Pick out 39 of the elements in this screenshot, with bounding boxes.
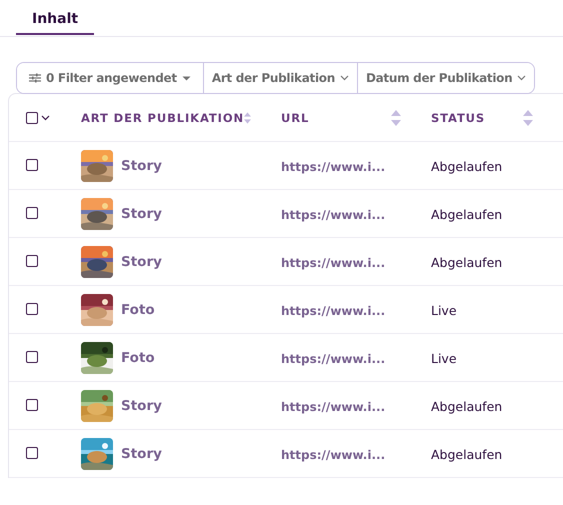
column-header: URL [281, 110, 310, 124]
row-checkbox[interactable] [26, 207, 38, 219]
row-checkbox[interactable] [26, 255, 38, 267]
column-header: STATUS [431, 110, 486, 124]
url-link[interactable]: https://www.i... [281, 400, 386, 414]
row-checkbox[interactable] [26, 447, 38, 459]
select-all-checkbox[interactable] [26, 112, 38, 124]
status-text: Abgelaufen [431, 159, 502, 174]
column-header: ART DER PUBLIKATION [81, 110, 244, 124]
status-text: Abgelaufen [431, 447, 502, 462]
status-text: Live [431, 351, 457, 366]
row-checkbox[interactable] [26, 159, 38, 171]
sliders-icon [29, 73, 41, 83]
publication-type: Story [121, 446, 162, 462]
chevron-down-icon [340, 75, 349, 81]
row-checkbox[interactable] [26, 351, 38, 363]
url-link[interactable]: https://www.i... [281, 448, 386, 462]
url-link[interactable]: https://www.i... [281, 352, 386, 366]
url-link[interactable]: https://www.i... [281, 160, 386, 174]
url-link[interactable]: https://www.i... [281, 304, 386, 318]
publication-type: Foto [121, 350, 155, 366]
status-text: Live [431, 303, 457, 318]
url-link[interactable]: https://www.i... [281, 256, 386, 270]
publication-type: Foto [121, 302, 155, 318]
publication-type: Story [121, 158, 162, 174]
url-link[interactable]: https://www.i... [281, 208, 386, 222]
publication-type: Story [121, 206, 162, 222]
status-text: Abgelaufen [431, 399, 502, 414]
status-text: Abgelaufen [431, 255, 502, 270]
chevron-down-icon[interactable] [41, 114, 50, 120]
publication-type: Story [121, 254, 162, 270]
tab[interactable]: Inhalt [16, 0, 94, 35]
publication-type: Story [121, 398, 162, 414]
status-text: Abgelaufen [431, 207, 502, 222]
row-checkbox[interactable] [26, 399, 38, 411]
row-checkbox[interactable] [26, 303, 38, 315]
caret-down-icon [182, 76, 191, 80]
chevron-down-icon [517, 75, 526, 81]
filter-dropdown[interactable]: Datum der Publikation [356, 63, 534, 93]
